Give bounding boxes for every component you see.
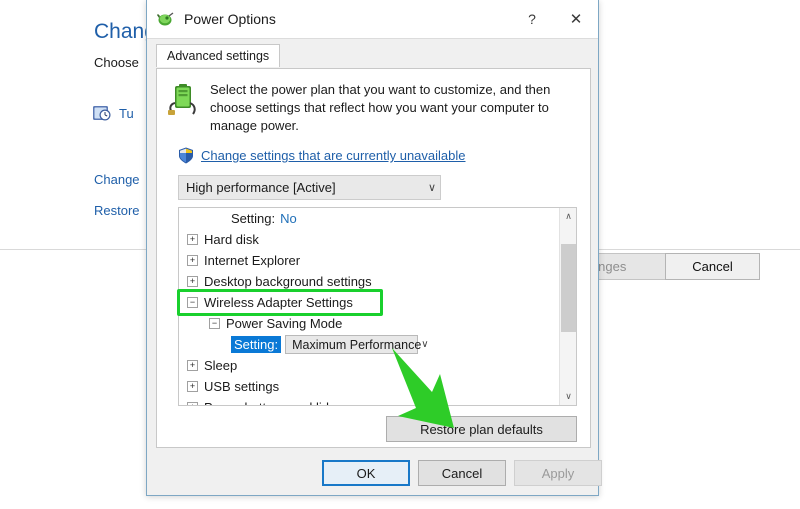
battery-power-icon [166, 83, 200, 117]
tree-row[interactable]: + Desktop background settings [179, 271, 558, 292]
tree-row[interactable]: Setting: No [179, 208, 558, 229]
background-link-change[interactable]: Change [94, 172, 140, 187]
chevron-down-icon: ∨ [421, 339, 429, 350]
restore-plan-defaults-button[interactable]: Restore plan defaults [386, 416, 577, 442]
tree-item-label: Sleep [204, 358, 238, 373]
dialog-panel: Select the power plan that you want to c… [156, 68, 591, 448]
chevron-down-icon: ∨ [427, 182, 436, 194]
expander-plus-icon[interactable]: + [187, 255, 198, 266]
background-page-subtitle: Choose [94, 55, 139, 70]
expander-minus-icon[interactable]: − [187, 297, 198, 308]
tabstrip: Advanced settings [147, 38, 598, 67]
uac-link-label: Change settings that are currently unava… [201, 148, 466, 163]
expander-plus-icon[interactable]: + [187, 360, 198, 371]
intro-block: Select the power plan that you want to c… [166, 81, 560, 135]
cancel-button[interactable]: Cancel [418, 460, 506, 486]
tree-item-label: Hard disk [204, 232, 259, 247]
tree-row-power-saving-setting[interactable]: Setting: Maximum Performance ∨ [179, 334, 558, 355]
tab-advanced-settings[interactable]: Advanced settings [156, 44, 281, 67]
dialog-title: Power Options [184, 11, 276, 27]
tree-row[interactable]: + Sleep [179, 355, 558, 376]
tree-row[interactable]: + Hard disk [179, 229, 558, 250]
expander-plus-icon[interactable]: + [187, 402, 198, 405]
power-saving-mode-value: Maximum Performance [292, 337, 422, 352]
tree-item-label: Internet Explorer [204, 253, 301, 268]
power-options-dialog: Power Options ? ✕ Advanced settings Sele… [146, 0, 602, 496]
uac-link-row[interactable]: Change settings that are currently unava… [178, 147, 466, 164]
tree-row[interactable]: + Internet Explorer [179, 250, 558, 271]
shield-icon [178, 147, 194, 164]
power-plan-value: High performance [Active] [186, 180, 336, 195]
power-plug-icon [156, 10, 175, 29]
advanced-settings-tree[interactable]: Setting: No + Hard disk + Internet Explo… [178, 207, 577, 406]
setting-value[interactable]: No [280, 211, 297, 226]
help-button[interactable]: ? [510, 0, 554, 38]
background-sleep-setting-row[interactable]: Tu [92, 103, 134, 123]
expander-plus-icon[interactable]: + [187, 276, 198, 287]
dialog-button-row: OK Cancel Apply [147, 460, 602, 496]
tree-item-label: Power buttons and lid [204, 400, 329, 405]
expander-plus-icon[interactable]: + [187, 234, 198, 245]
scroll-down-icon[interactable]: ∨ [560, 388, 576, 405]
intro-text: Select the power plan that you want to c… [210, 82, 551, 133]
tree-row-power-saving-mode[interactable]: − Power Saving Mode [179, 313, 558, 334]
scroll-up-icon[interactable]: ∧ [560, 208, 576, 225]
setting-label: Setting: [231, 211, 276, 226]
clock-icon [92, 103, 112, 123]
close-icon[interactable]: ✕ [554, 0, 598, 38]
tree-item-label: Power Saving Mode [226, 316, 343, 331]
titlebar-buttons: ? ✕ [510, 0, 598, 38]
expander-plus-icon[interactable]: + [187, 381, 198, 392]
tree-item-label: Desktop background settings [204, 274, 372, 289]
tree-row[interactable]: + USB settings [179, 376, 558, 397]
tree-scrollbar[interactable]: ∧ ∨ [559, 208, 576, 405]
tree-item-label: USB settings [204, 379, 280, 394]
scrollbar-thumb[interactable] [561, 244, 576, 332]
tree-row-wireless-adapter-settings[interactable]: − Wireless Adapter Settings [179, 292, 558, 313]
background-sleep-setting-label: Tu [119, 105, 134, 121]
background-cancel-button[interactable]: Cancel [665, 253, 760, 280]
tree-rows-container: Setting: No + Hard disk + Internet Explo… [179, 208, 558, 405]
power-plan-select[interactable]: High performance [Active] ∨ [178, 175, 441, 200]
power-saving-mode-combobox[interactable]: Maximum Performance ∨ [285, 335, 429, 354]
tree-row[interactable]: + Power buttons and lid [179, 397, 558, 405]
apply-button: Apply [514, 460, 602, 486]
setting-label-selected: Setting: [231, 336, 282, 353]
tree-item-label: Wireless Adapter Settings [204, 295, 353, 310]
background-link-restore[interactable]: Restore [94, 203, 140, 218]
expander-minus-icon[interactable]: − [209, 318, 220, 329]
ok-button[interactable]: OK [322, 460, 410, 486]
dialog-titlebar: Power Options ? ✕ [147, 0, 598, 39]
